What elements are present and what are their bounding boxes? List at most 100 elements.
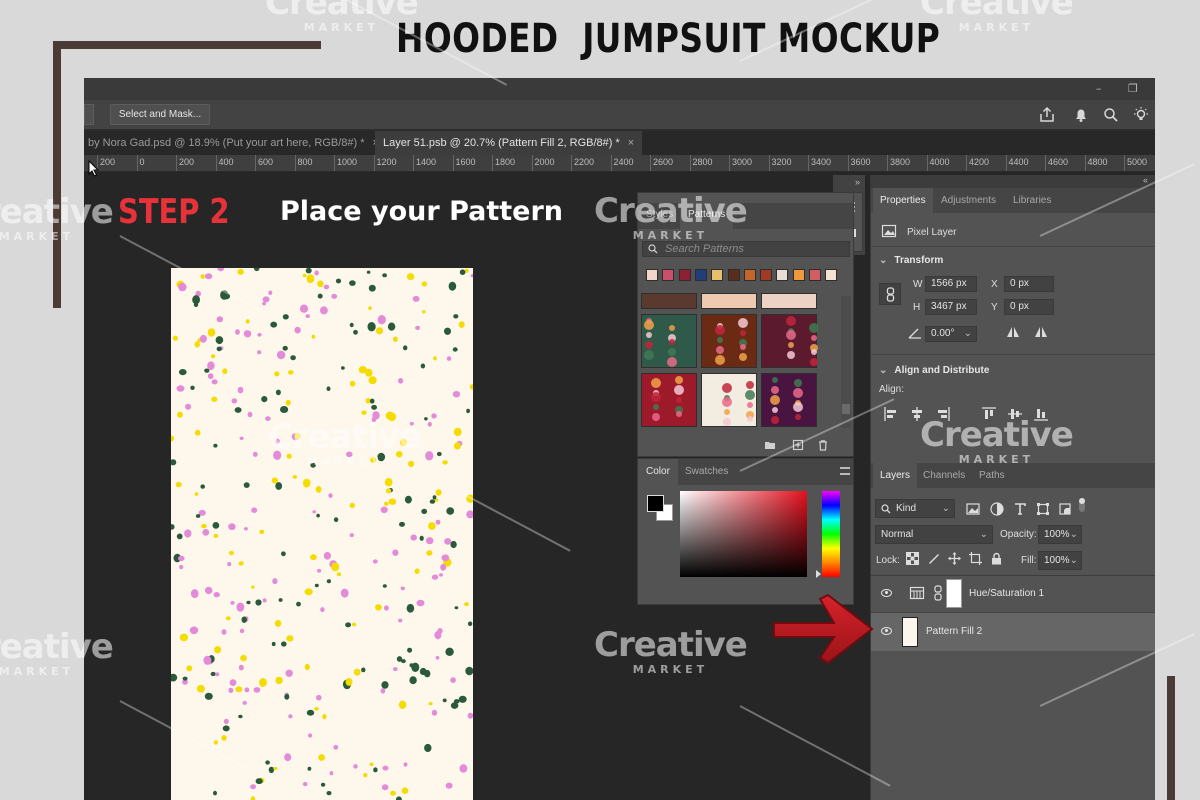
pattern-swatch-small[interactable] <box>760 269 773 281</box>
options-field[interactable] <box>84 104 94 125</box>
tab-nora-gad-psd[interactable]: by Nora Gad.psd @ 18.9% (Put your art he… <box>84 131 387 155</box>
mask-link-icon[interactable] <box>933 585 943 601</box>
pattern-dot <box>302 273 307 278</box>
opacity-field[interactable]: 100% ⌄ <box>1038 525 1082 544</box>
pattern-dot <box>243 527 248 531</box>
pattern-thumbnail[interactable] <box>641 293 697 309</box>
new-group-folder-icon[interactable] <box>764 439 776 451</box>
pattern-dot <box>250 796 256 800</box>
y-field[interactable]: 0 px <box>1004 299 1054 315</box>
notification-bell-icon[interactable] <box>1072 106 1090 124</box>
tab-layer-51-psb[interactable]: Layer 51.psb @ 20.7% (Pattern Fill 2, RG… <box>375 131 643 155</box>
pattern-dot <box>282 314 289 320</box>
pattern-dot <box>358 366 367 374</box>
panel-menu-icon[interactable] <box>840 467 850 475</box>
pattern-dot <box>424 417 428 421</box>
pattern-thumbnail[interactable] <box>641 314 697 368</box>
tab-paths[interactable]: Paths <box>979 470 1005 481</box>
pattern-search-input[interactable]: Search Patterns <box>642 241 850 257</box>
lock-artboard-icon[interactable] <box>969 552 982 565</box>
blend-mode-select[interactable]: Normal ⌄ <box>875 525 993 544</box>
visibility-eye-icon[interactable] <box>881 589 892 597</box>
hue-slider-handle[interactable] <box>816 570 821 578</box>
pattern-thumbnail[interactable] <box>761 293 817 309</box>
patterns-scrollbar[interactable] <box>841 296 851 428</box>
filter-pixel-icon[interactable] <box>965 501 981 517</box>
pattern-dot <box>204 586 213 594</box>
tab-layers[interactable]: Layers <box>873 463 918 488</box>
foreground-color-swatch[interactable] <box>647 495 664 512</box>
search-icon[interactable] <box>1102 106 1120 124</box>
close-icon[interactable]: × <box>628 137 634 149</box>
pattern-thumbnail[interactable] <box>761 373 817 427</box>
pattern-thumbnail[interactable] <box>701 314 757 368</box>
pattern-dot <box>230 601 235 605</box>
pattern-thumbnail[interactable] <box>701 293 757 309</box>
pattern-swatch-small[interactable] <box>825 269 838 281</box>
pattern-thumbnail[interactable] <box>701 373 757 427</box>
align-distribute-section[interactable]: ⌄ Align and Distribute <box>879 365 989 376</box>
pattern-swatch-small[interactable] <box>743 269 756 281</box>
color-spectrum-field[interactable] <box>680 491 807 577</box>
ruler-label: 200 <box>100 157 116 167</box>
align-left-edges-icon[interactable] <box>883 406 899 422</box>
pattern-swatch-small[interactable] <box>727 269 740 281</box>
pattern-swatch-small[interactable] <box>809 269 821 281</box>
width-field[interactable]: 1566 px <box>925 276 977 292</box>
filter-smart-object-icon[interactable] <box>1057 501 1073 517</box>
layer-kind-filter[interactable]: Kind ⌄ <box>875 499 955 518</box>
filter-toggle[interactable] <box>1079 498 1085 512</box>
filter-shape-icon[interactable] <box>1035 501 1051 517</box>
tab-swatches[interactable]: Swatches <box>685 466 728 477</box>
fill-field[interactable]: 100% ⌄ <box>1038 551 1082 570</box>
ruler-tick <box>136 155 138 171</box>
pattern-dot <box>450 540 457 549</box>
restore-icon[interactable]: ❐ <box>1128 82 1142 95</box>
lock-all-icon[interactable] <box>990 552 1003 565</box>
pattern-swatch-small[interactable] <box>792 269 805 281</box>
visibility-eye-icon[interactable] <box>881 627 892 635</box>
flip-vertical-icon[interactable] <box>1033 325 1049 341</box>
layer-thumbnail[interactable] <box>902 617 918 647</box>
collapse-chevron-icon[interactable]: » <box>855 177 860 187</box>
pattern-swatch-small[interactable] <box>694 269 707 281</box>
transform-section[interactable]: ⌄ Transform <box>879 255 943 266</box>
filter-adjustment-icon[interactable] <box>989 501 1005 517</box>
height-field[interactable]: 3467 px <box>925 299 977 315</box>
layer-mask-thumbnail[interactable] <box>946 579 962 608</box>
lock-position-icon[interactable] <box>948 552 961 565</box>
pattern-swatch-small[interactable] <box>678 269 691 281</box>
tab-properties[interactable]: Properties <box>873 188 933 213</box>
pattern-swatch-small[interactable] <box>711 269 724 281</box>
pattern-dot <box>175 481 182 488</box>
layer-row-pattern-fill[interactable]: Pattern Fill 2 <box>871 613 1155 651</box>
lock-image-pixels-icon[interactable] <box>927 552 940 565</box>
pattern-dot <box>435 519 441 525</box>
tab-color[interactable]: Color <box>638 459 678 485</box>
hue-slider[interactable] <box>822 491 840 577</box>
pattern-thumbnail[interactable] <box>641 373 697 427</box>
layer-row-hue-saturation[interactable]: Hue/Saturation 1 <box>871 575 1155 613</box>
lock-transparent-pixels-icon[interactable] <box>906 552 919 565</box>
link-dimensions-button[interactable] <box>879 283 901 305</box>
tab-adjustments[interactable]: Adjustments <box>941 195 996 206</box>
tab-channels[interactable]: Channels <box>923 470 965 481</box>
share-icon[interactable] <box>1038 106 1056 124</box>
tab-libraries[interactable]: Libraries <box>1013 195 1051 206</box>
angle-field[interactable]: 0.00° ⌄ <box>925 326 977 342</box>
pattern-preview[interactable] <box>171 268 473 800</box>
pattern-thumbnail[interactable] <box>761 314 819 368</box>
pattern-swatch-small[interactable] <box>662 269 675 281</box>
filter-type-icon[interactable] <box>1012 501 1028 517</box>
pattern-swatch-small[interactable] <box>646 269 658 281</box>
pattern-swatch-small[interactable] <box>776 269 789 281</box>
select-and-mask-button[interactable]: Select and Mask... <box>110 104 210 125</box>
pattern-dot <box>274 619 282 627</box>
delete-trash-icon[interactable] <box>817 439 829 451</box>
x-field[interactable]: 0 px <box>1004 276 1054 292</box>
minimize-icon[interactable]: – <box>1096 82 1110 95</box>
pattern-dot <box>243 330 252 338</box>
flip-horizontal-icon[interactable] <box>1005 325 1021 341</box>
watermark-sub: MARKET <box>306 455 383 468</box>
discover-lightbulb-icon[interactable] <box>1132 106 1150 124</box>
